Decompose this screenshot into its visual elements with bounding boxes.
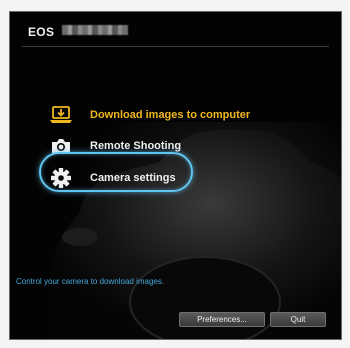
menu-item-download-images[interactable]: Download images to computer — [50, 102, 250, 128]
redacted-camera-model — [62, 25, 128, 35]
title-bar: EOS — [10, 12, 341, 48]
title-divider — [22, 46, 329, 47]
laptop-download-icon — [50, 104, 72, 126]
preferences-button[interactable]: Preferences... — [179, 312, 265, 327]
screen-frame: EOS Download images to computer Remote S… — [0, 0, 350, 348]
app-title: EOS — [28, 25, 55, 39]
menu-item-label: Download images to computer — [90, 109, 251, 121]
menu-item-label: Camera settings — [90, 172, 176, 184]
menu-item-label: Remote Shooting — [90, 140, 182, 152]
status-message: Control your camera to download images. — [16, 277, 165, 286]
quit-button[interactable]: Quit — [270, 312, 326, 327]
eos-utility-window: EOS Download images to computer Remote S… — [9, 11, 342, 340]
menu-item-camera-settings[interactable]: Camera settings — [39, 152, 193, 192]
